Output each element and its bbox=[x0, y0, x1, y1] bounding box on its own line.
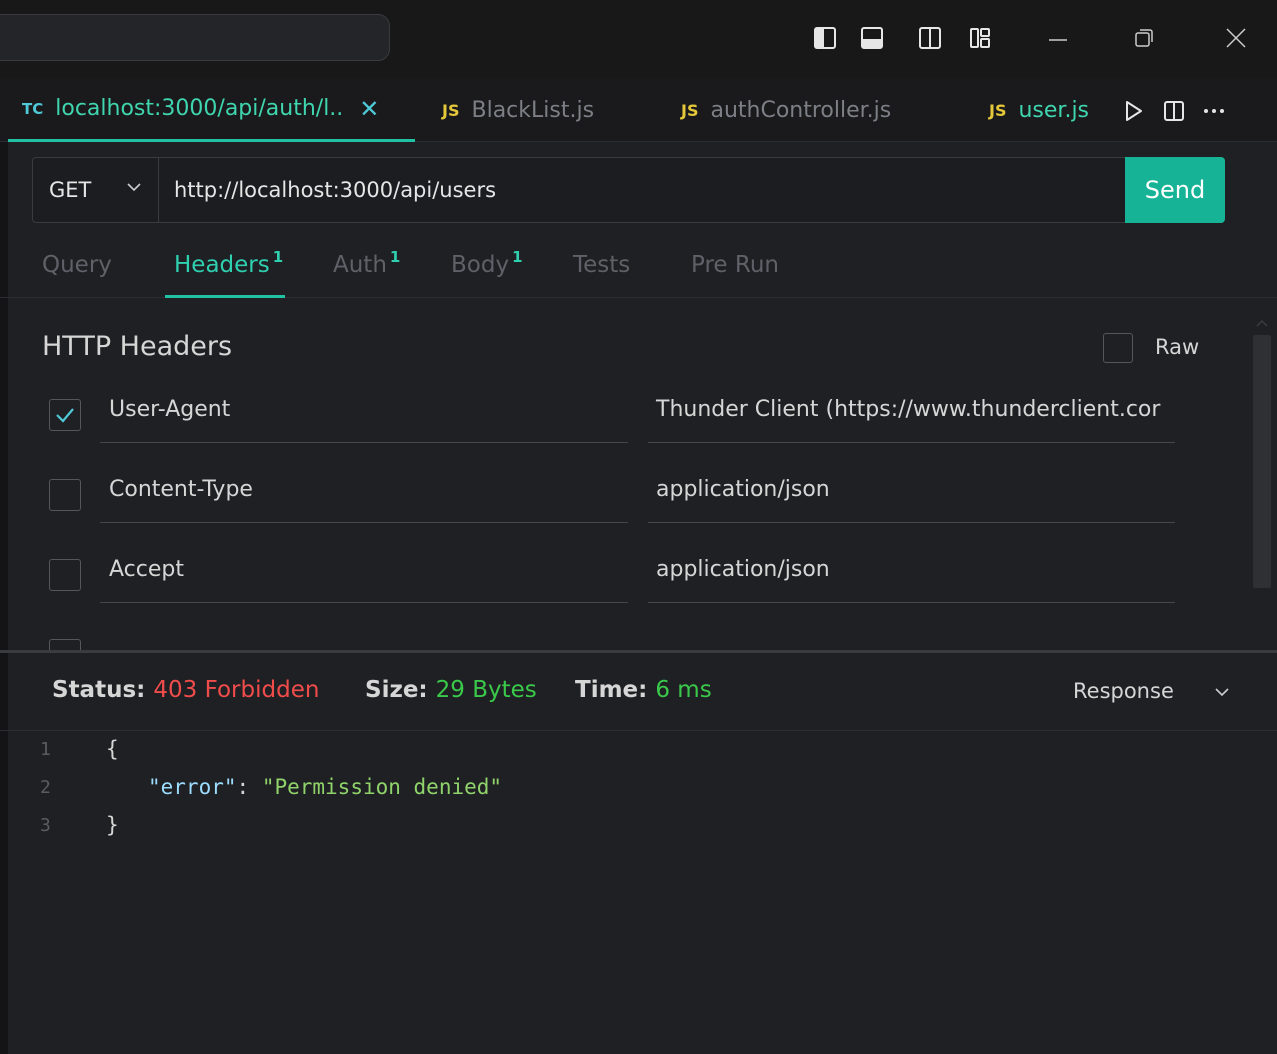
code-text: { bbox=[106, 737, 119, 761]
tab-label: BlackList.js bbox=[471, 97, 595, 123]
scroll-up-arrow-icon[interactable] bbox=[1255, 318, 1269, 328]
tab-auth[interactable]: Auth 1 bbox=[333, 238, 400, 298]
minimize-icon[interactable] bbox=[1042, 22, 1074, 54]
panel-title: HTTP Headers bbox=[42, 331, 233, 362]
count-badge: 1 bbox=[512, 248, 523, 266]
thunder-client-icon: TC bbox=[22, 99, 44, 118]
run-file-icon[interactable] bbox=[1118, 95, 1150, 127]
javascript-file-icon: JS bbox=[989, 100, 1007, 120]
header-key-field[interactable]: User-Agent bbox=[100, 381, 628, 443]
code-line: 3 } bbox=[0, 811, 1277, 845]
restore-icon[interactable] bbox=[1128, 22, 1160, 54]
code-line: 1 { bbox=[0, 735, 1277, 769]
response-status-bar: Status: 403 Forbidden Size: 29 Bytes Tim… bbox=[0, 653, 1277, 731]
response-view-select[interactable]: Response bbox=[1073, 679, 1174, 703]
line-number: 2 bbox=[40, 777, 51, 798]
request-bar: GET bbox=[32, 157, 1126, 223]
count-badge: 1 bbox=[389, 248, 401, 266]
line-number: 3 bbox=[40, 815, 51, 836]
header-enabled-checkbox[interactable] bbox=[49, 479, 81, 511]
method-select[interactable]: GET bbox=[33, 158, 159, 222]
tab-tests[interactable]: Tests bbox=[573, 238, 630, 298]
toggle-panel-icon[interactable] bbox=[856, 22, 888, 54]
tab-query[interactable]: Query bbox=[42, 238, 112, 298]
line-number: 1 bbox=[40, 739, 51, 760]
size-info: Size: 29 Bytes bbox=[365, 677, 537, 703]
url-input[interactable] bbox=[160, 158, 1120, 222]
raw-checkbox[interactable] bbox=[1103, 333, 1133, 363]
command-center-search[interactable] bbox=[0, 14, 390, 61]
time-info: Time: 6 ms bbox=[575, 677, 712, 703]
header-key-field[interactable]: Content-Type bbox=[100, 461, 628, 523]
code-line: 2 "error": "Permission denied" bbox=[0, 773, 1277, 807]
chevron-down-icon[interactable] bbox=[1214, 687, 1230, 697]
header-enabled-checkbox[interactable] bbox=[49, 559, 81, 591]
header-enabled-checkbox[interactable] bbox=[49, 639, 81, 650]
tab-authcontroller-js[interactable]: JS authController.js bbox=[681, 78, 891, 142]
toggle-secondary-sidebar-icon[interactable] bbox=[914, 22, 946, 54]
close-icon[interactable] bbox=[1220, 22, 1252, 54]
status-info: Status: 403 Forbidden bbox=[52, 677, 320, 703]
editor-tab-bar: TC localhost:3000/api/auth/l.. ✕ JS Blac… bbox=[0, 78, 1277, 142]
toggle-primary-sidebar-icon[interactable] bbox=[809, 22, 841, 54]
send-button[interactable]: Send bbox=[1125, 157, 1225, 223]
header-value-field[interactable]: Thunder Client (https://www.thunderclien… bbox=[648, 381, 1175, 443]
header-key-field[interactable]: Accept bbox=[100, 541, 628, 603]
time-value: 6 ms bbox=[655, 677, 712, 703]
json-string: "Permission denied" bbox=[261, 775, 503, 799]
tab-label: localhost:3000/api/auth/l.. bbox=[55, 96, 344, 121]
tab-body[interactable]: Body 1 bbox=[451, 238, 523, 298]
tab-close-icon[interactable]: ✕ bbox=[359, 95, 379, 123]
javascript-file-icon: JS bbox=[681, 100, 699, 120]
tab-label: authController.js bbox=[710, 97, 892, 123]
status-value: 403 Forbidden bbox=[153, 677, 320, 703]
header-value-field[interactable]: application/json bbox=[648, 541, 1175, 603]
code-text: "error": "Permission denied" bbox=[148, 775, 503, 799]
chevron-down-icon bbox=[127, 183, 141, 192]
method-label: GET bbox=[49, 178, 92, 202]
header-enabled-checkbox[interactable] bbox=[49, 399, 81, 431]
tab-user-js[interactable]: JS user.js bbox=[989, 78, 1089, 142]
tab-blacklist-js[interactable]: JS BlackList.js bbox=[442, 78, 594, 142]
check-icon bbox=[56, 408, 74, 423]
tab-headers[interactable]: Headers 1 bbox=[165, 238, 286, 298]
headers-scrollbar[interactable] bbox=[1253, 335, 1271, 588]
title-bar bbox=[0, 0, 1277, 78]
size-value: 29 Bytes bbox=[435, 677, 537, 703]
more-actions-icon[interactable] bbox=[1198, 95, 1230, 127]
tab-thunder-request[interactable]: TC localhost:3000/api/auth/l.. ✕ bbox=[8, 78, 415, 142]
request-sub-tabs: Query Headers 1 Auth 1 Body 1 Tests Pre Run bbox=[0, 238, 1277, 298]
header-row: Accept application/json bbox=[0, 557, 1250, 639]
raw-label: Raw bbox=[1155, 335, 1200, 359]
javascript-file-icon: JS bbox=[442, 100, 460, 120]
tab-label: user.js bbox=[1018, 97, 1090, 123]
header-value-field[interactable]: application/json bbox=[648, 461, 1175, 523]
json-key: "error" bbox=[148, 775, 237, 799]
code-text: } bbox=[106, 813, 119, 837]
split-editor-icon[interactable] bbox=[1158, 95, 1190, 127]
tab-pre-run[interactable]: Pre Run bbox=[691, 238, 779, 298]
customize-layout-icon[interactable] bbox=[964, 22, 996, 54]
count-badge: 1 bbox=[272, 248, 284, 266]
